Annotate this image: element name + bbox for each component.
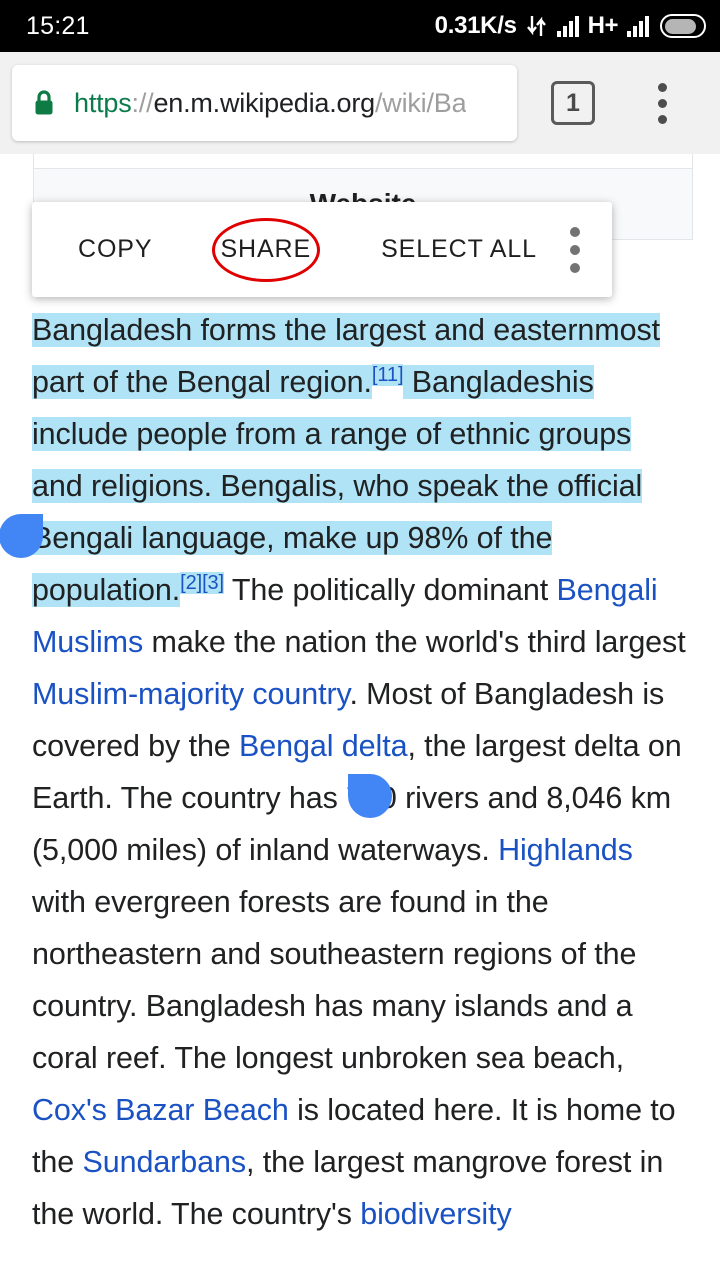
reference-11[interactable]: [11] bbox=[371, 363, 404, 386]
selection-end-handle[interactable] bbox=[348, 774, 392, 818]
signal-bars-icon-1 bbox=[556, 15, 579, 37]
status-indicators: 0.31K/s H+ bbox=[435, 12, 706, 40]
url-text: https://en.m.wikipedia.org/wiki/Ba bbox=[74, 88, 466, 119]
tab-counter-label: 1 bbox=[566, 88, 580, 117]
web-page-content: Website COPY SHARE SELECT ALL Bangladesh… bbox=[0, 154, 720, 1280]
infobox-divider bbox=[33, 154, 693, 168]
text-selection-action-menu: COPY SHARE SELECT ALL bbox=[32, 202, 612, 297]
signal-bars-icon-2 bbox=[627, 15, 649, 37]
browser-toolbar: https://en.m.wikipedia.org/wiki/Ba 1 bbox=[0, 52, 720, 154]
url-path: /wiki/Ba bbox=[374, 87, 467, 118]
body-text-1: The politically dominant bbox=[224, 573, 557, 607]
link-coxs-bazar-beach[interactable]: Cox's Bazar Beach bbox=[32, 1093, 289, 1127]
network-speed-label: 0.31K/s bbox=[434, 12, 517, 39]
share-button-label: SHARE bbox=[220, 235, 312, 263]
link-biodiversity[interactable]: biodiversity bbox=[360, 1197, 511, 1231]
status-clock: 15:21 bbox=[26, 11, 90, 40]
share-button[interactable]: SHARE bbox=[211, 217, 320, 282]
url-host: en.m.wikipedia.org bbox=[153, 87, 375, 118]
article-paragraph: Bangladesh forms the largest and eastern… bbox=[0, 304, 720, 1240]
link-muslim-majority-country[interactable]: Muslim-majority country bbox=[32, 677, 350, 711]
tab-counter-button[interactable]: 1 bbox=[551, 81, 595, 125]
network-type-label: H+ bbox=[587, 12, 619, 39]
address-bar[interactable]: https://en.m.wikipedia.org/wiki/Ba bbox=[12, 65, 517, 141]
link-sundarbans[interactable]: Sundarbans bbox=[82, 1145, 246, 1179]
battery-icon bbox=[660, 14, 706, 38]
body-text-5: with evergreen forests are found in the … bbox=[32, 885, 637, 1075]
selected-text-2: Bangladeshis include people from a range… bbox=[32, 365, 643, 607]
reference-2-3[interactable]: [2][3] bbox=[180, 571, 224, 594]
browser-overflow-menu-icon[interactable] bbox=[639, 82, 685, 124]
url-scheme: https bbox=[74, 87, 132, 118]
selection-menu-overflow-icon[interactable] bbox=[570, 226, 580, 273]
status-bar: 15:21 0.31K/s H+ bbox=[0, 0, 720, 52]
body-text-2: make the nation the world's third larges… bbox=[143, 625, 686, 659]
link-bengal-delta[interactable]: Bengal delta bbox=[239, 729, 407, 763]
selection-start-handle[interactable] bbox=[0, 514, 43, 558]
select-all-button[interactable]: SELECT ALL bbox=[381, 235, 537, 264]
copy-button[interactable]: COPY bbox=[78, 235, 152, 264]
url-separator: :// bbox=[131, 87, 154, 118]
link-highlands[interactable]: Highlands bbox=[498, 833, 633, 867]
secure-lock-icon bbox=[35, 90, 53, 115]
data-transfer-arrows-icon bbox=[526, 16, 546, 36]
